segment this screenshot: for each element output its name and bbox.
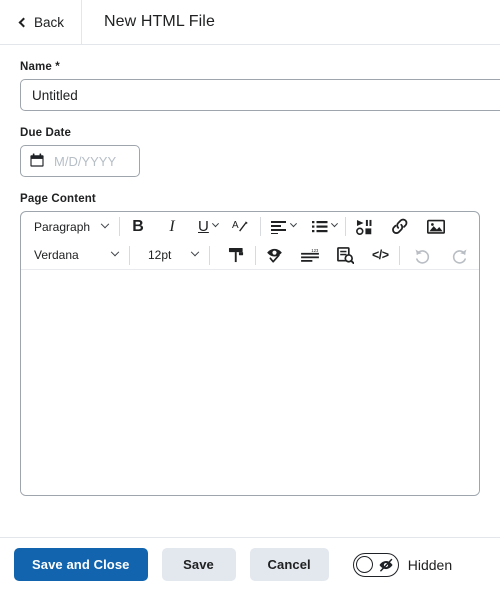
- format-painter-button[interactable]: [224, 243, 249, 267]
- toolbar-separator: [259, 217, 261, 236]
- visibility-toggle-track[interactable]: [352, 552, 399, 577]
- new-html-file-page: Back New HTML File Name * Due Date Page …: [0, 0, 500, 591]
- redo-icon: [452, 248, 467, 264]
- accessibility-checker-icon: [267, 248, 282, 263]
- page-title: New HTML File: [104, 13, 215, 30]
- save-and-close-button[interactable]: Save and Close: [14, 548, 148, 581]
- underline-button[interactable]: U: [194, 215, 220, 239]
- editor-toolbar-row-1: Paragraph B I U A: [21, 212, 479, 241]
- page-header: Back New HTML File: [0, 0, 500, 45]
- svg-text:123: 123: [311, 248, 319, 253]
- eye-off-icon: [379, 558, 393, 571]
- chevron-left-icon: [18, 17, 29, 27]
- list-dropdown[interactable]: [308, 215, 339, 239]
- save-button[interactable]: Save: [161, 548, 236, 581]
- word-count-button[interactable]: 123: [297, 243, 323, 267]
- cancel-button[interactable]: Cancel: [249, 548, 329, 581]
- insert-link-icon: [391, 218, 408, 234]
- due-date-field: [20, 145, 140, 177]
- footer-action-bar: Save and Close Save Cancel Hidden: [0, 537, 500, 591]
- back-button-label: Back: [34, 14, 65, 30]
- back-button[interactable]: Back: [0, 0, 83, 44]
- source-code-button[interactable]: </>: [368, 243, 393, 267]
- accessibility-checker-button[interactable]: [262, 243, 287, 267]
- align-dropdown[interactable]: [267, 215, 298, 239]
- toolbar-separator: [255, 245, 256, 265]
- insert-image-button[interactable]: [423, 215, 449, 239]
- italic-button[interactable]: I: [160, 215, 184, 239]
- insert-media-icon: [355, 219, 372, 235]
- page-content-label: Page Content: [20, 193, 96, 205]
- chevron-down-icon: [211, 220, 219, 228]
- insert-image-icon: [426, 219, 445, 234]
- chevron-down-icon: [190, 247, 200, 257]
- preview-button[interactable]: [333, 243, 358, 267]
- bold-button[interactable]: B: [126, 215, 150, 239]
- text-color-icon: A: [232, 219, 248, 231]
- html-editor: Paragraph B I U A Verdana 12pt 123 </>: [20, 211, 480, 496]
- font-family-dropdown[interactable]: Verdana: [27, 243, 123, 267]
- editor-toolbar-row-2: Verdana 12pt 123 </>: [21, 241, 479, 270]
- svg-text:A: A: [232, 219, 239, 230]
- name-input[interactable]: [20, 79, 500, 111]
- visibility-toggle[interactable]: Hidden: [352, 552, 453, 577]
- format-painter-icon: [228, 247, 244, 263]
- toolbar-separator: [398, 245, 400, 265]
- undo-button[interactable]: [410, 243, 435, 267]
- form-body: Name * Due Date Page Content Paragraph: [0, 61, 500, 496]
- preview-icon: [337, 246, 354, 264]
- insert-link-button[interactable]: [387, 215, 413, 239]
- due-date-field-label: Due Date: [20, 127, 72, 139]
- editor-content-area[interactable]: [21, 270, 479, 495]
- toolbar-separator: [344, 217, 346, 236]
- visibility-toggle-knob: [356, 555, 374, 573]
- chevron-down-icon: [289, 220, 297, 228]
- align-left-icon: [270, 220, 286, 234]
- toolbar-separator: [129, 245, 130, 265]
- paragraph-style-dropdown[interactable]: Paragraph: [27, 215, 113, 239]
- toolbar-separator: [209, 245, 210, 265]
- name-field-label: Name *: [20, 61, 60, 73]
- chevron-down-icon: [110, 247, 120, 257]
- chevron-down-icon: [100, 219, 110, 228]
- redo-button[interactable]: [447, 243, 472, 267]
- toolbar-separator: [119, 217, 120, 236]
- undo-icon: [415, 248, 429, 264]
- due-date-input[interactable]: [20, 145, 140, 177]
- bulleted-list-icon: [311, 220, 328, 232]
- insert-media-button[interactable]: [352, 215, 377, 239]
- word-count-icon: 123: [301, 248, 319, 262]
- font-size-dropdown[interactable]: 12pt: [136, 243, 203, 267]
- visibility-toggle-label: Hidden: [407, 556, 453, 573]
- text-color-button[interactable]: A: [228, 215, 254, 239]
- chevron-down-icon: [330, 220, 338, 228]
